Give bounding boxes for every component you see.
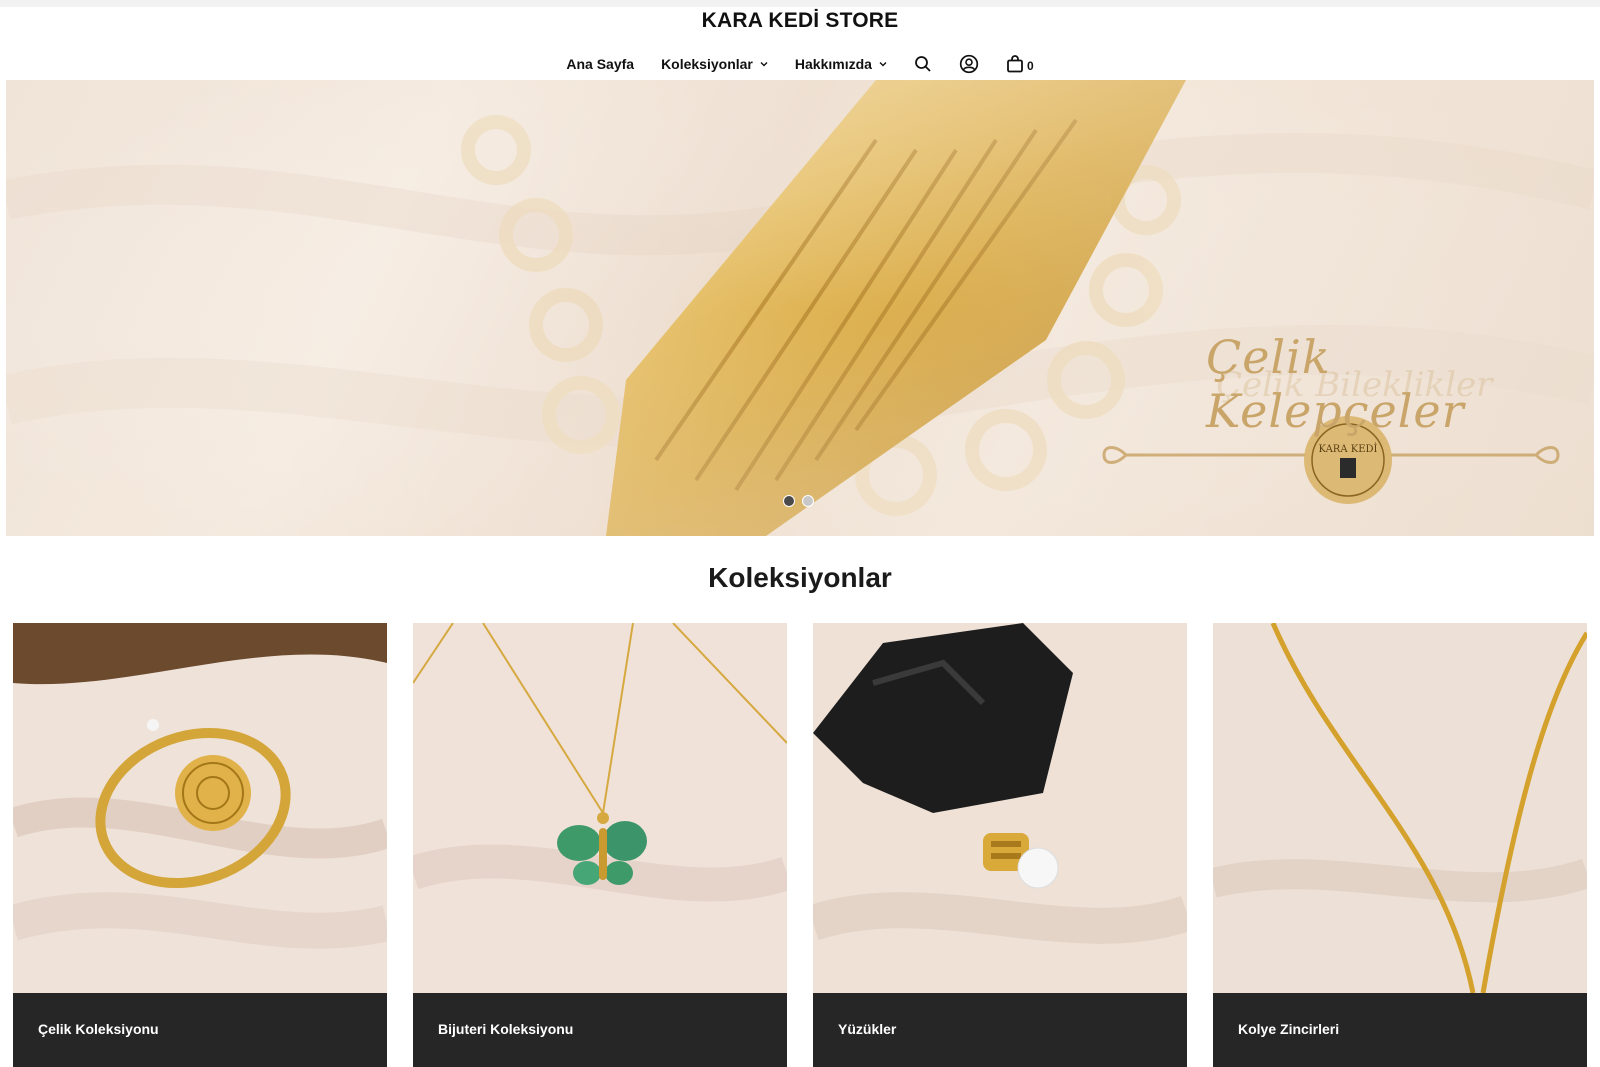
hero-script-text: Çelik Kelepçeler [1206,330,1465,438]
nav-about[interactable]: Hakkımızda [795,56,887,72]
hero-logo-text: KARA KEDİ [1319,443,1378,455]
chevron-down-icon [760,62,768,67]
collection-card-bijuteri[interactable]: Bijuteri Koleksiyonu [413,623,787,1067]
nav-about-label: Hakkımızda [794,56,872,72]
collections-title: Koleksiyonlar [708,562,892,593]
cart-count: 0 [1026,59,1034,73]
collection-label: Çelik Koleksiyonu [38,1021,159,1037]
nav-home-label: Ana Sayfa [566,56,635,72]
collection-label-bar: Kolye Zincirleri [1213,993,1587,1067]
slider-dot-1[interactable] [783,495,795,507]
nav-collections[interactable]: Koleksiyonlar [661,56,768,72]
hero-slider[interactable]: KARA KEDİ Çelik Bileklikler Çelik Kelepç… [6,80,1594,536]
account-button[interactable] [959,54,979,74]
collection-image-bijuteri [413,623,787,993]
nav-home[interactable]: Ana Sayfa [566,56,634,72]
slider-dots [783,495,821,507]
top-strip [0,0,1600,7]
collection-label: Kolye Zincirleri [1238,1021,1340,1037]
cart-icon [1007,55,1023,73]
hero-image: KARA KEDİ [6,80,1594,536]
store-logo[interactable]: KARA KEDİ STORE [0,9,1600,33]
search-button[interactable] [914,55,932,73]
collection-label-bar: Çelik Koleksiyonu [13,993,387,1067]
cart-button[interactable]: 0 [1006,55,1034,73]
main-nav: Ana Sayfa Koleksiyonlar Hakkımızda 0 [0,51,1600,77]
collection-image-celik [13,623,387,993]
chevron-down-icon [879,62,887,67]
collection-label-bar: Yüzükler [813,993,1187,1067]
search-icon [915,56,931,72]
slider-dot-2[interactable] [802,495,814,507]
collections-grid: Çelik Koleksiyonu Bijuteri Koleksiyonu Y… [13,623,1588,1067]
collection-image-yuzukler [813,623,1187,993]
collection-card-kolye-zincirleri[interactable]: Kolye Zincirleri [1213,623,1587,1067]
collection-image-kolye-zincirleri [1213,623,1587,993]
nav-collections-label: Koleksiyonlar [661,56,753,72]
collection-label-bar: Bijuteri Koleksiyonu [413,993,787,1067]
collection-label: Bijuteri Koleksiyonu [438,1021,574,1037]
collection-card-celik[interactable]: Çelik Koleksiyonu [13,623,387,1067]
collection-card-yuzukler[interactable]: Yüzükler [813,623,1187,1067]
account-icon [959,54,979,74]
collection-label: Yüzükler [838,1021,897,1037]
